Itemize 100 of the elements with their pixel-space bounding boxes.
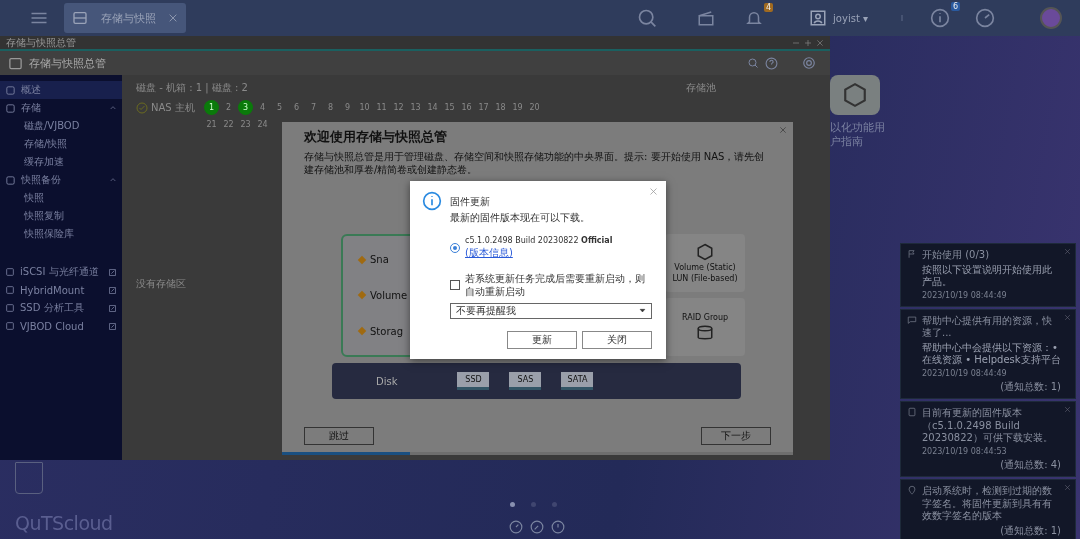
power-button[interactable] (551, 520, 565, 534)
page-dot[interactable] (510, 502, 515, 507)
search-button[interactable] (637, 8, 658, 28)
flag-icon (907, 249, 917, 259)
layer-label: Volume (370, 290, 408, 301)
disk-slot[interactable]: 16 (459, 100, 474, 115)
disk-slot[interactable]: 13 (408, 100, 423, 115)
close-button[interactable] (1064, 406, 1071, 413)
dashboard-button[interactable] (509, 520, 523, 534)
help-icon (765, 56, 778, 70)
sidebar-subitem[interactable]: 快照保险库 (0, 225, 122, 243)
disk-slot[interactable]: 5 (272, 100, 287, 115)
disk-slot[interactable]: 17 (476, 100, 491, 115)
disk-slot[interactable]: 18 (493, 100, 508, 115)
sidebar-item[interactable]: 快照备份 (0, 171, 122, 189)
notification-time: 2023/10/19 08:44:49 (922, 290, 1008, 301)
close-icon (1064, 406, 1071, 413)
close-button[interactable] (649, 187, 658, 196)
host-label: NAS 主机 (151, 100, 195, 115)
disk-slot[interactable]: 14 (425, 100, 440, 115)
disk-slot[interactable]: 2 (221, 100, 236, 115)
notification-title: 开始使用 (0/3) (922, 249, 991, 262)
sidebar-subitem[interactable]: 存储/快照 (0, 135, 122, 153)
close-icon (816, 38, 824, 47)
sidebar-link[interactable]: SSD 分析工具 (0, 299, 122, 317)
disk-slot[interactable]: 20 (527, 100, 542, 115)
notification-body: 按照以下设置说明开始使用此产品。 (922, 263, 1053, 289)
user-icon (809, 9, 828, 27)
layer-label: Sna (370, 254, 389, 266)
sidebar-item[interactable]: 概述 (0, 81, 122, 99)
update-button[interactable]: 更新 (507, 330, 577, 349)
storage-icon (72, 10, 88, 26)
sidebar-item[interactable]: 存储 (0, 99, 122, 117)
sidebar-subitem[interactable]: 磁盘/VJBOD (0, 117, 122, 135)
close-icon (1064, 248, 1071, 255)
skip-button[interactable]: 跳过 (304, 427, 374, 445)
close-button[interactable] (779, 126, 787, 134)
settings-icon (802, 56, 816, 70)
chip-icon (907, 407, 917, 417)
disk-slot[interactable]: 6 (289, 100, 304, 115)
sidebar-link[interactable]: iSCSI 与光纤通道 (0, 263, 122, 281)
disk-slot[interactable]: 10 (357, 100, 372, 115)
close-button[interactable] (1064, 248, 1071, 255)
close-button[interactable] (1064, 313, 1071, 321)
checkbox-label: 若系统更新任务完成后需要重新启动，则自动重新启动 (465, 271, 646, 298)
notification-time: 2023/10/19 08:44:53 (922, 446, 1008, 457)
notification-count: 4 (764, 3, 774, 12)
sidebar-subitem[interactable]: 快照 (0, 189, 122, 207)
checkbox[interactable] (450, 279, 460, 290)
dialog-text: 存储与快照总管是用于管理磁盘、存储空间和快照存储功能的中央界面。提示: 要开始使用 NAS，请先创建存储池和厚卷/精简卷或创建静态卷。 (304, 151, 766, 176)
sidebar-subitem[interactable]: 快照复制 (0, 207, 122, 225)
page-dot[interactable] (552, 502, 557, 507)
disk-slot[interactable]: 12 (391, 100, 406, 115)
disk-slot[interactable]: 21 (204, 117, 219, 132)
notifications-button[interactable] (745, 9, 764, 27)
close-button[interactable] (1064, 484, 1071, 491)
notification-count: (通知总数: 1) (999, 524, 1061, 537)
disk-slot[interactable]: 11 (374, 100, 389, 115)
disk-slot[interactable]: 19 (510, 100, 525, 115)
disk-slot[interactable]: 24 (255, 117, 270, 132)
disk-slot[interactable]: 1 (204, 100, 219, 115)
help-button[interactable] (765, 56, 778, 70)
app-shortcut-icon[interactable] (830, 75, 880, 115)
gauge-icon (509, 520, 523, 534)
avatar-circle[interactable] (1040, 7, 1062, 29)
trash-icon[interactable] (15, 462, 43, 494)
notification-title: 启动系统时，检测到过期的数字签名。将固件更新到具有有效数字签名的版本 (922, 485, 1053, 523)
shortcut-label[interactable]: 以化功能用户指南 (830, 121, 892, 150)
info-button[interactable] (930, 8, 950, 28)
menu-item-icon (5, 84, 16, 96)
storage-icon (8, 55, 23, 71)
disk-chip: SAS (509, 372, 542, 390)
window-caption: 存储与快照总管 (6, 37, 76, 48)
clapperboard-button[interactable] (697, 9, 716, 27)
disk-slot[interactable]: 8 (323, 100, 338, 115)
disk-slot[interactable]: 7 (306, 100, 321, 115)
page-dot[interactable] (531, 502, 536, 507)
disk-slot[interactable]: 4 (255, 100, 270, 115)
close-button[interactable]: 关闭 (582, 330, 652, 349)
search-button[interactable] (747, 57, 759, 69)
user-menu[interactable]: joyist ▾ (803, 8, 874, 28)
release-notes-link[interactable]: (版本信息) (465, 247, 513, 259)
dialog-title: 固件更新 (450, 194, 490, 208)
power-icon (551, 520, 565, 534)
settings-button[interactable] (802, 56, 816, 70)
disk-slot[interactable]: 3 (238, 100, 253, 115)
volume-label: Volume (Static) (674, 263, 736, 272)
notification-body: 帮助中心中会提供以下资源：• 在线资源 • Helpdesk支持平台 (922, 341, 1061, 367)
disk-slot[interactable]: 23 (238, 117, 253, 132)
sidebar-subitem[interactable]: 缓存加速 (0, 153, 122, 171)
lun-label: LUN (File-based) (672, 274, 738, 283)
gauge-button[interactable] (975, 8, 995, 28)
disk-slot[interactable]: 22 (221, 117, 236, 132)
external-link-icon (108, 267, 117, 277)
sidebar-link[interactable]: VJBOD Cloud (0, 317, 122, 335)
disk-slot[interactable]: 9 (340, 100, 355, 115)
reminder-select[interactable]: 不要再提醒我 (450, 302, 652, 319)
app-tab[interactable]: 存储与快照 (64, 3, 186, 33)
sidebar-link[interactable]: HybridMount (0, 281, 122, 299)
disk-slot[interactable]: 15 (442, 100, 457, 115)
